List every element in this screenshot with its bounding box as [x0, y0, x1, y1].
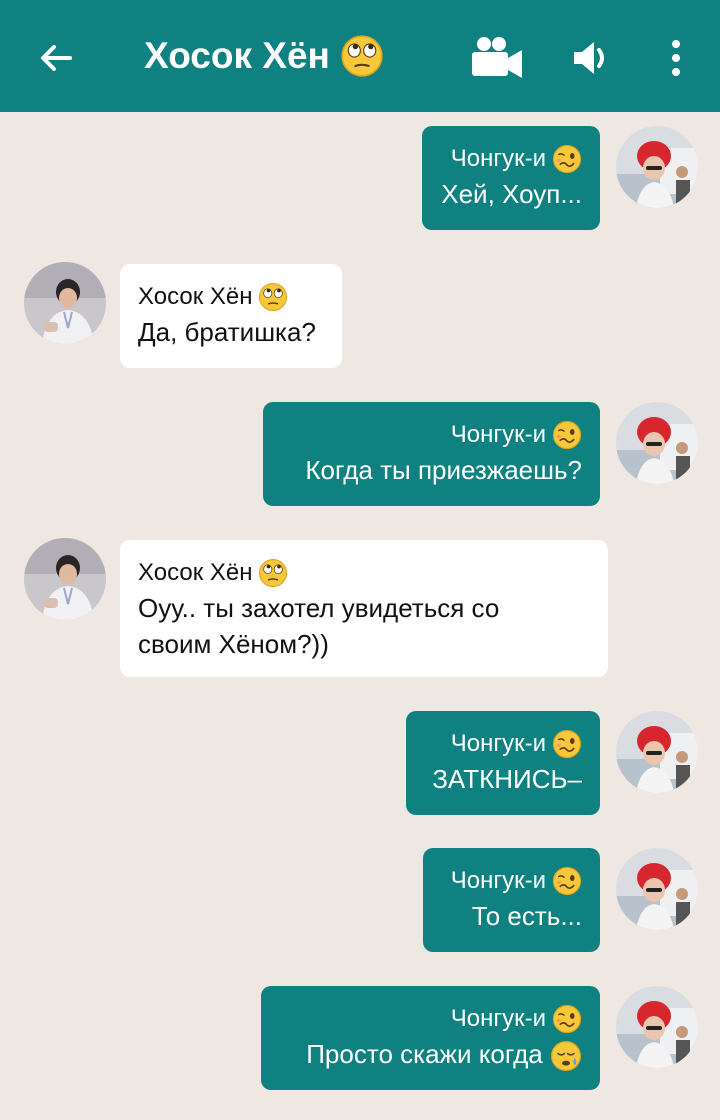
message-bubble-incoming[interactable]: Хосок Хён Да, братишка? [120, 264, 342, 368]
more-vert-icon[interactable] [668, 38, 684, 78]
woozy-face-emoji-icon [552, 144, 582, 174]
chat-header: Хосок Хён [0, 0, 720, 112]
sender-name: Чонгук-и [450, 730, 546, 757]
user-photo [616, 126, 698, 208]
chat-title[interactable]: Хосок Хён [144, 34, 384, 78]
message-text: Хей, Хоуп... [441, 179, 582, 209]
sender-line: Чонгук-и [281, 418, 582, 452]
sender-line: Чонгук-и [440, 142, 582, 176]
message-bubble-outgoing[interactable]: Чонгук-и Просто скажи когда [261, 986, 600, 1090]
user-photo [616, 402, 698, 484]
message-text: ЗАТКНИСЬ– [432, 764, 582, 794]
sender-line: Чонгук-и [424, 727, 582, 761]
eye-roll-emoji-icon [258, 558, 288, 588]
avatar[interactable] [616, 126, 698, 208]
user-photo [616, 848, 698, 930]
sender-name: Хосок Хён [138, 283, 253, 310]
speaker-icon[interactable] [570, 38, 614, 78]
eye-roll-emoji-icon [258, 282, 288, 312]
avatar[interactable] [616, 848, 698, 930]
sender-line: Хосок Хён [138, 556, 590, 590]
message-bubble-outgoing[interactable]: Чонгук-и То есть... [423, 848, 600, 952]
message-bubble-incoming[interactable]: Хосок Хён Оуу.. ты захотел увидеться со … [120, 540, 608, 677]
eye-roll-emoji-icon [340, 34, 384, 78]
message-text: Просто скажи когда [279, 1036, 582, 1072]
sender-name: Хосок Хён [138, 559, 253, 586]
sender-line: Чонгук-и [279, 1002, 582, 1036]
message-text: Да, братишка? [138, 317, 316, 347]
user-photo [616, 986, 698, 1068]
woozy-face-emoji-icon [552, 729, 582, 759]
message-bubble-outgoing[interactable]: Чонгук-и Хей, Хоуп... [422, 126, 600, 230]
user-photo [24, 262, 106, 344]
chat-title-text: Хосок Хён [144, 35, 330, 76]
video-camera-icon[interactable] [470, 36, 524, 78]
sleepy-face-emoji-icon [550, 1040, 582, 1072]
user-photo [616, 711, 698, 793]
sender-line: Хосок Хён [138, 280, 324, 314]
back-arrow-icon[interactable] [36, 38, 76, 78]
avatar[interactable] [616, 711, 698, 793]
message-bubble-outgoing[interactable]: Чонгук-и ЗАТКНИСЬ– [406, 711, 600, 815]
message-text: Когда ты приезжаешь? [305, 455, 582, 485]
avatar[interactable] [616, 402, 698, 484]
user-photo [24, 538, 106, 620]
message-text: Оуу.. ты захотел увидеться со своим Хёно… [138, 593, 500, 659]
message-bubble-outgoing[interactable]: Чонгук-и Когда ты приезжаешь? [263, 402, 600, 506]
message-text: То есть... [471, 901, 582, 931]
message-text-content: Просто скажи когда [306, 1039, 543, 1069]
woozy-face-emoji-icon [552, 1004, 582, 1034]
sender-name: Чонгук-и [450, 867, 546, 894]
sender-name: Чонгук-и [450, 421, 546, 448]
sender-name: Чонгук-и [450, 1005, 546, 1032]
avatar[interactable] [24, 262, 106, 344]
woozy-face-emoji-icon [552, 866, 582, 896]
avatar[interactable] [24, 538, 106, 620]
sender-line: Чонгук-и [441, 864, 582, 898]
woozy-face-emoji-icon [552, 420, 582, 450]
avatar[interactable] [616, 986, 698, 1068]
sender-name: Чонгук-и [450, 145, 546, 172]
